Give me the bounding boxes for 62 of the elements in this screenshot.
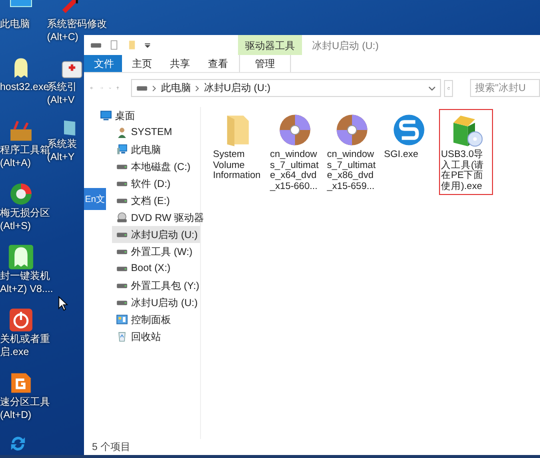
nav-item[interactable]: 控制面板 [112,311,200,328]
nav-item[interactable]: 外置工具包 (Y:) [112,277,200,294]
pie-chart-icon[interactable] [8,181,34,207]
desktop-icon-label[interactable]: (Alt+V [47,95,75,107]
desktop-icon-label[interactable]: (Alt+A) [0,158,31,170]
nav-item[interactable]: 此电脑 [112,141,200,158]
mouse-cursor-icon [58,296,68,311]
desktop-icon-label[interactable]: 封一键装机 [0,271,50,283]
desktop-icon-label[interactable]: (Alt+C) [47,32,78,44]
search-field[interactable]: 搜索"冰封U [470,79,540,97]
ribbon-tab[interactable]: 文件 [84,55,122,72]
breadcrumb-chevron-icon [194,84,200,92]
nav-item[interactable]: 冰封U启动 (U:) [112,294,200,311]
breadcrumb-chevron-icon [152,84,157,92]
nav-item[interactable]: 软件 (D:) [112,175,200,192]
language-indicator[interactable]: En文 [84,188,106,210]
desktop-icon-label[interactable]: (Alt+Y [47,152,75,164]
dvd-drive-icon [116,212,128,223]
desktop-icon-label[interactable]: 梅无损分区 [0,208,50,220]
desktop-icon-label[interactable]: 此电脑 [0,19,30,31]
desktop-icon-label[interactable]: 系统引 [47,82,77,94]
document-icon[interactable] [108,40,120,50]
file-item[interactable]: SGI.exe [382,109,436,164]
sgi-logo-icon [391,112,427,148]
nav-item[interactable]: 外置工具 (W:) [112,243,200,260]
status-text: 5 个项目 [92,441,130,454]
nav-item[interactable]: 桌面 [84,107,200,124]
desktop-icon-label[interactable]: 系统密码修改 [47,19,107,31]
dropdown-arrow-icon[interactable] [144,42,151,48]
nav-item[interactable]: 本地磁盘 (C:) [112,158,200,175]
file-item[interactable]: cn_windows_7_ultimate_x64_dvd_x15-660... [268,109,322,195]
desktop-icon-label[interactable]: (Alt+D) [0,410,32,422]
chevron-down-icon[interactable] [428,84,436,92]
context-tab-label: 驱动器工具 [238,35,302,55]
control-panel-icon [116,314,128,325]
desktop-icon-label[interactable]: 启.exe [0,347,29,359]
breadcrumb[interactable]: 冰封U启动 (U:) [204,81,270,95]
power-icon[interactable] [8,307,34,333]
recycle-bin-icon [116,331,128,342]
user-icon [116,127,128,138]
disc-icon [334,112,370,148]
ribbon-tab[interactable]: 管理 [239,55,291,72]
breadcrumb[interactable]: 此电脑 [160,81,191,95]
desktop-icon-label[interactable]: 关机或者重 [0,334,50,346]
desktop-icon [100,110,112,121]
nav-item[interactable]: SYSTEM [112,124,200,141]
nav-item[interactable]: 文档 (E:) [112,192,200,209]
file-item[interactable]: USB3.0导入工具(请在PE下面使用).exe [439,109,493,195]
ghost-icon[interactable] [8,244,34,270]
nav-item[interactable]: Boot (X:) [112,260,200,277]
file-item[interactable]: System Volume Information [211,109,265,184]
window-title: 冰封U启动 (U:) [311,40,380,54]
desktop-icon-label[interactable]: Alt+Z) V8.... [0,284,54,296]
nav-item[interactable]: 冰封U启动 (U:) [112,226,200,243]
computer-icon [116,144,128,155]
disc-icon [277,112,313,148]
desktop-icon-label[interactable]: (Atl+S) [0,221,31,233]
nav-item[interactable]: 回收站 [112,328,200,345]
desktop-icon-label[interactable]: 速分区工具 [0,397,50,409]
address-bar[interactable]: 此电脑 冰封U启动 (U:) [130,79,441,97]
toolbox-icon[interactable] [8,118,34,144]
file-item[interactable]: cn_windows_7_ultimate_x86_dvd_x15-659... [325,109,379,195]
